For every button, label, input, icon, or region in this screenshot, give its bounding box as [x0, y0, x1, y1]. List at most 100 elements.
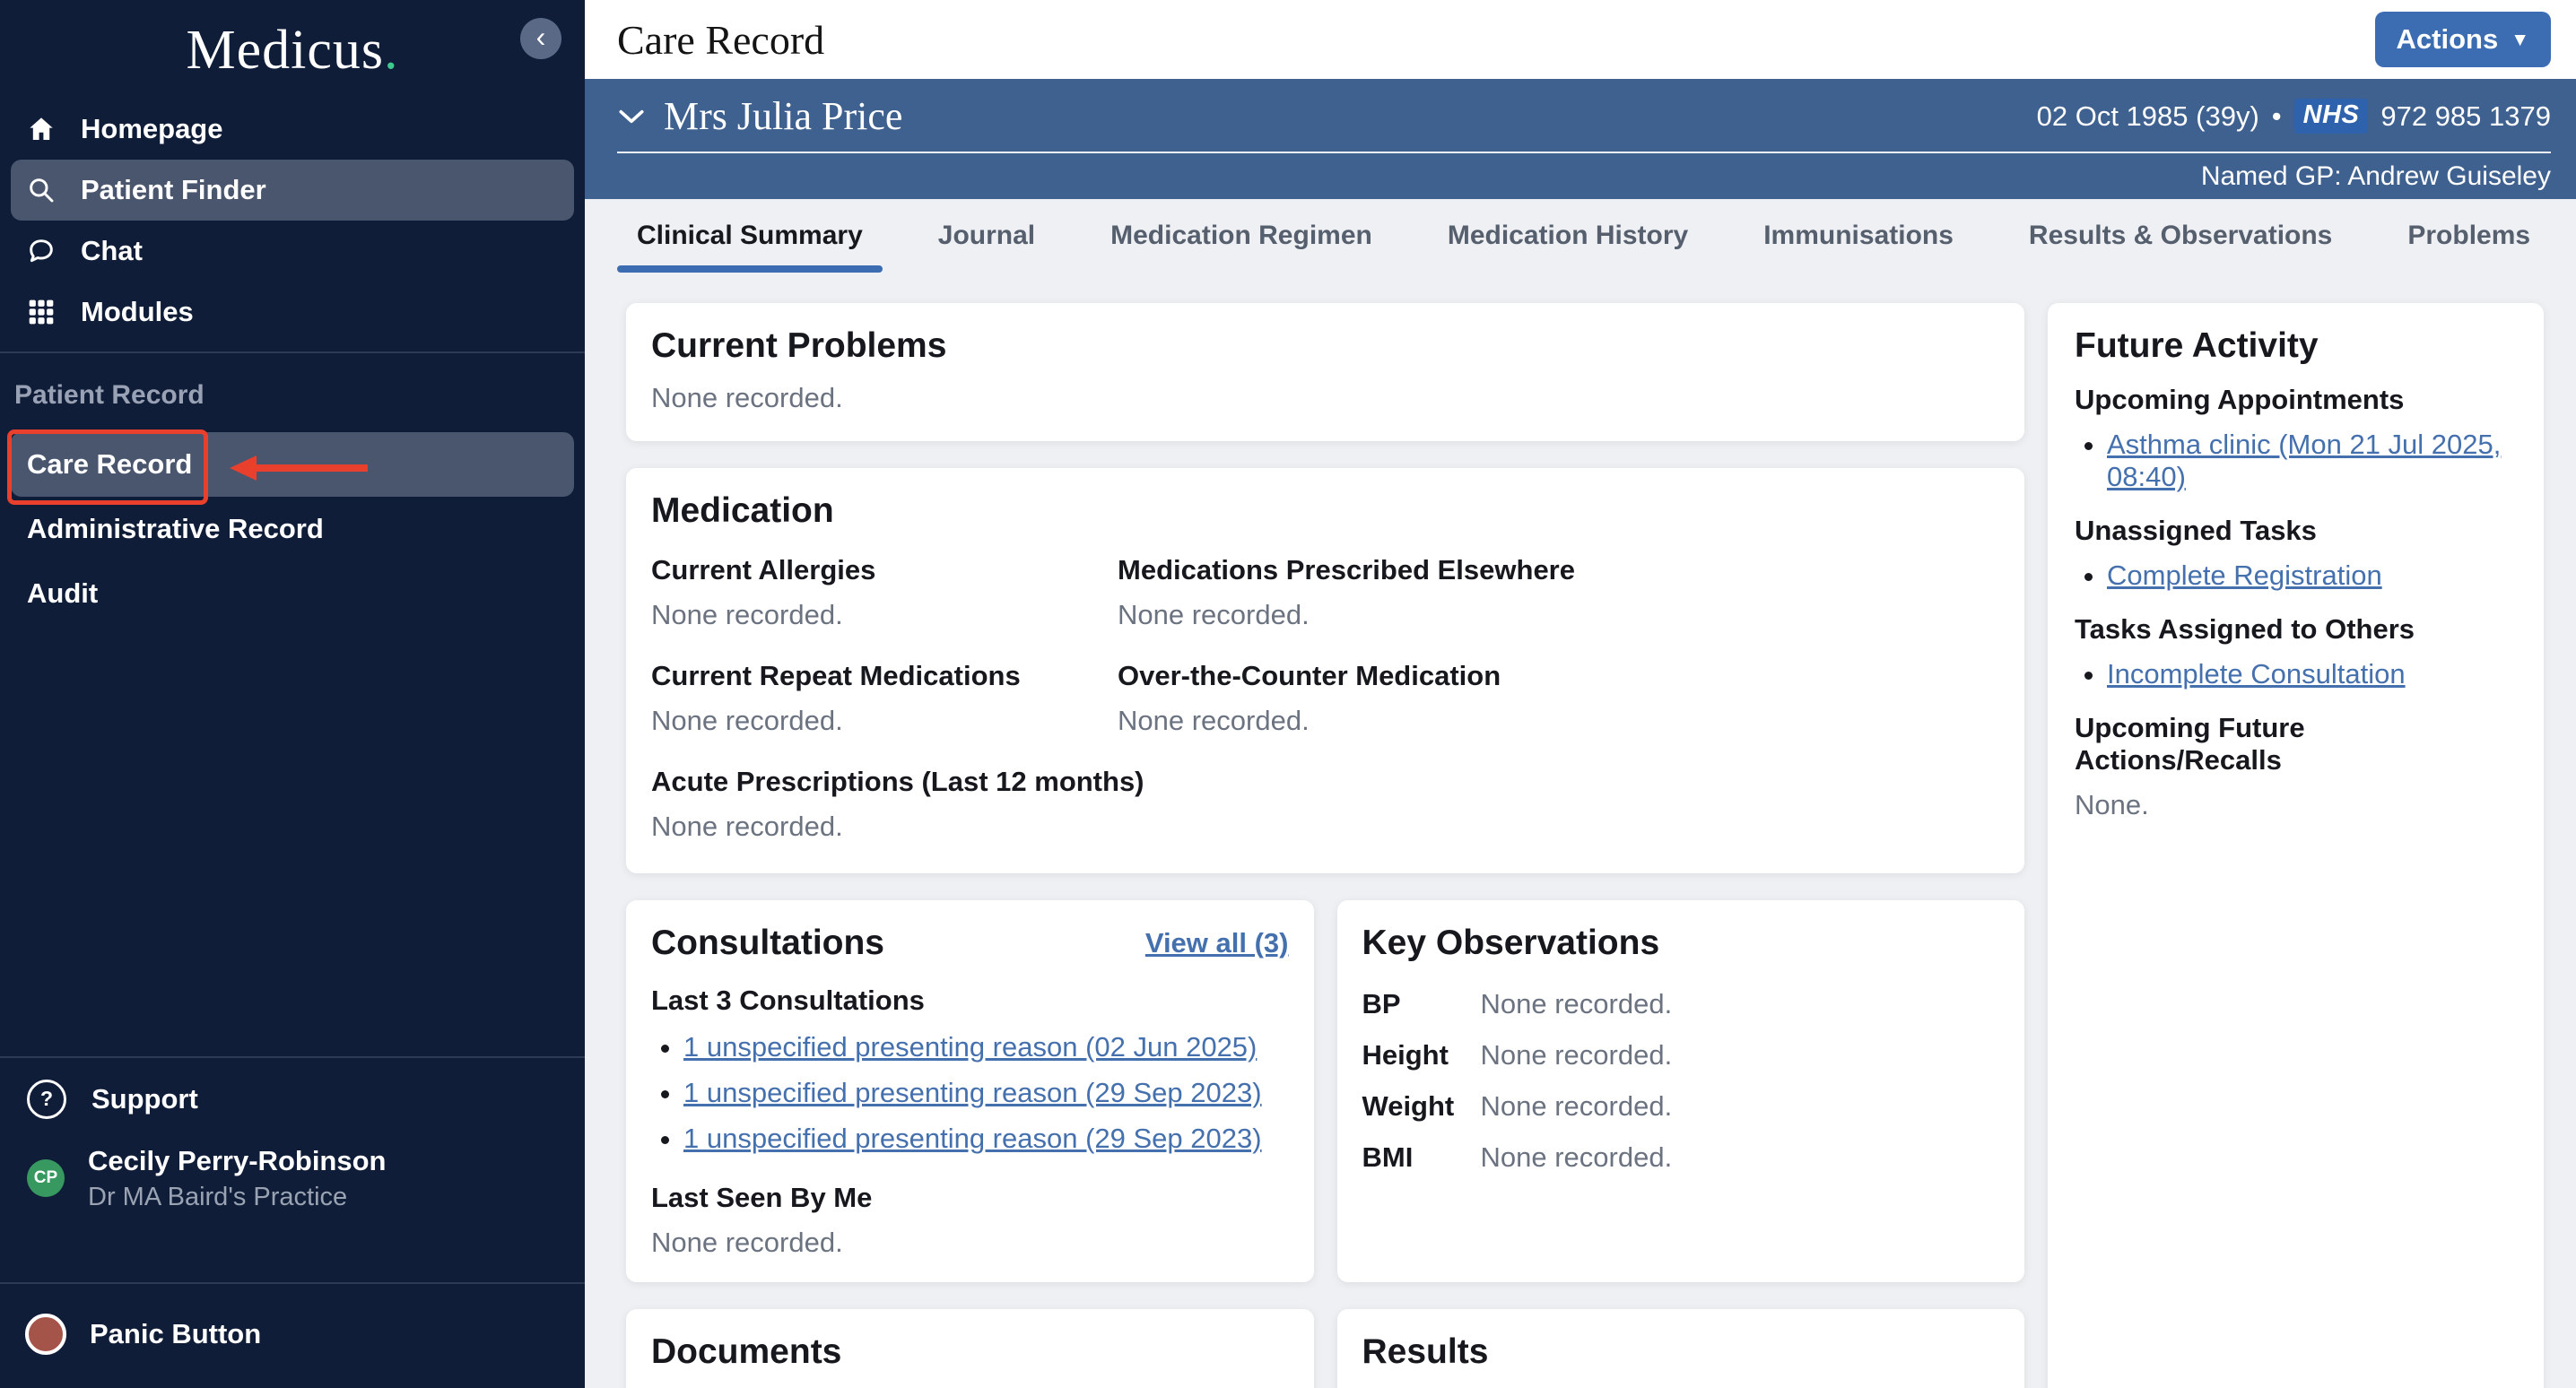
sidebar-item-label: Modules: [81, 296, 194, 328]
consultation-link[interactable]: 1 unspecified presenting reason (02 Jun …: [683, 1031, 1257, 1063]
task-link[interactable]: Complete Registration: [2107, 560, 2382, 591]
main-area: Care Record Actions ▼ Mrs Julia Price 02…: [585, 0, 2576, 1388]
sidebar-item-audit[interactable]: Audit: [11, 561, 574, 626]
appointment-link[interactable]: Asthma clinic (Mon 21 Jul 2025, 08:40): [2107, 429, 2501, 492]
tab-problems[interactable]: Problems: [2388, 221, 2550, 273]
consultation-link[interactable]: 1 unspecified presenting reason (29 Sep …: [683, 1077, 1262, 1108]
empty-state-text: None recorded.: [651, 705, 1118, 737]
sidebar-item-label: Support: [91, 1083, 198, 1115]
sidebar-divider: [0, 1282, 585, 1284]
actions-button[interactable]: Actions ▼: [2375, 12, 2551, 67]
sidebar-spacer: [0, 626, 585, 1047]
card-title: Results: [1362, 1332, 2000, 1372]
observation-row: BP None recorded.: [1362, 988, 2000, 1020]
list-item: Asthma clinic (Mon 21 Jul 2025, 08:40): [2107, 429, 2517, 493]
patient-record-section-label: Patient Record: [14, 380, 585, 411]
empty-state-text: None recorded.: [651, 811, 1999, 843]
card-title: Key Observations: [1362, 924, 2000, 963]
chevron-down-icon: [617, 102, 646, 131]
section-heading: Acute Prescriptions (Last 12 months): [651, 766, 1999, 798]
card-title: Documents: [651, 1332, 1289, 1372]
card-title: Future Activity: [2075, 326, 2517, 366]
sidebar-item-label: Homepage: [81, 113, 222, 145]
empty-state-text: None.: [2075, 789, 2517, 821]
sidebar-item-administrative-record[interactable]: Administrative Record: [11, 497, 574, 561]
summary-main-column: Current Problems None recorded. Medicati…: [626, 303, 2024, 1388]
tab-clinical-summary[interactable]: Clinical Summary: [617, 221, 883, 273]
home-icon: [27, 115, 56, 143]
consultation-link[interactable]: 1 unspecified presenting reason (29 Sep …: [683, 1123, 1262, 1154]
sidebar-item-label: Audit: [27, 577, 98, 610]
logo-text: Medicus: [186, 20, 384, 81]
sidebar-item-patient-finder[interactable]: Patient Finder: [11, 160, 574, 221]
sidebar-item-label: Patient Finder: [81, 174, 266, 206]
panic-label: Panic Button: [90, 1318, 261, 1350]
logo-dot: .: [384, 20, 399, 81]
nhs-logo: NHS: [2294, 99, 2369, 134]
section-heading: Current Repeat Medications: [651, 660, 1118, 692]
otc-medication-section: Over-the-Counter Medication None recorde…: [1118, 660, 1999, 737]
named-gp: Named GP: Andrew Guiseley: [2201, 161, 2551, 192]
card-title: Current Problems: [651, 326, 1999, 366]
patient-record-nav: Care Record Administrative Record Audit: [0, 432, 585, 626]
user-name: Cecily Perry-Robinson: [88, 1144, 386, 1177]
tab-results-observations[interactable]: Results & Observations: [2009, 221, 2352, 273]
observation-label: BMI: [1362, 1141, 1481, 1174]
sidebar-item-label: Chat: [81, 235, 143, 267]
patient-demographics: 02 Oct 1985 (39y) • NHS 972 985 1379: [2037, 99, 2551, 134]
observation-row: Height None recorded.: [1362, 1039, 2000, 1071]
patient-banner: Mrs Julia Price 02 Oct 1985 (39y) • NHS …: [585, 79, 2576, 199]
app-window: Medicus. ‹ Homepage Patient Finder Ch: [0, 0, 2576, 1388]
observation-value: None recorded.: [1481, 1090, 1673, 1123]
panic-button[interactable]: Panic Button: [0, 1304, 585, 1365]
documents-card: Documents Last 3 Months None recorded.: [626, 1309, 1314, 1388]
empty-state-text: None recorded.: [651, 599, 1118, 631]
section-heading: Over-the-Counter Medication: [1118, 660, 1999, 692]
care-record-tabs: Clinical Summary Journal Medication Regi…: [585, 199, 2576, 273]
help-icon: ?: [27, 1080, 66, 1119]
medication-card: Medication Current Allergies None record…: [626, 468, 2024, 873]
list-item: 1 unspecified presenting reason (29 Sep …: [683, 1077, 1289, 1109]
consultation-list: 1 unspecified presenting reason (02 Jun …: [651, 1031, 1289, 1155]
empty-state-text: None recorded.: [651, 1227, 1289, 1259]
sidebar-item-homepage[interactable]: Homepage: [0, 99, 585, 160]
sidebar-item-support[interactable]: ? Support: [0, 1069, 585, 1130]
section-heading: Upcoming Appointments: [2075, 384, 2517, 416]
sidebar-item-modules[interactable]: Modules: [0, 282, 585, 343]
observation-row: Weight None recorded.: [1362, 1090, 2000, 1123]
empty-state-text: None recorded.: [651, 382, 1999, 414]
documents-results-row: Documents Last 3 Months None recorded. R…: [626, 1309, 2024, 1388]
card-title: Consultations: [651, 924, 884, 963]
list-item: Incomplete Consultation: [2107, 658, 2517, 690]
sidebar-item-label: Administrative Record: [27, 513, 324, 545]
view-all-link[interactable]: View all (3): [1145, 927, 1289, 959]
upcoming-appointments-list: Asthma clinic (Mon 21 Jul 2025, 08:40): [2075, 429, 2517, 493]
observation-row: BMI None recorded.: [1362, 1141, 2000, 1174]
current-problems-card: Current Problems None recorded.: [626, 303, 2024, 441]
empty-state-text: None recorded.: [1118, 705, 1999, 737]
task-link[interactable]: Incomplete Consultation: [2107, 658, 2406, 690]
consultations-card: Consultations View all (3) Last 3 Consul…: [626, 900, 1314, 1282]
sidebar: Medicus. ‹ Homepage Patient Finder Ch: [0, 0, 585, 1388]
patient-banner-toggle[interactable]: Mrs Julia Price: [617, 93, 902, 139]
section-heading: Unassigned Tasks: [2075, 515, 2517, 547]
sidebar-divider: [0, 1056, 585, 1058]
sidebar-item-care-record[interactable]: Care Record: [11, 432, 574, 497]
chevron-down-icon: ▼: [2511, 30, 2529, 49]
observation-label: Weight: [1362, 1090, 1481, 1123]
grid-icon: [27, 298, 56, 326]
separator-dot: •: [2272, 100, 2282, 133]
tab-medication-regimen[interactable]: Medication Regimen: [1091, 221, 1392, 273]
list-item: 1 unspecified presenting reason (29 Sep …: [683, 1123, 1289, 1155]
tab-immunisations[interactable]: Immunisations: [1744, 221, 1973, 273]
section-heading: Tasks Assigned to Others: [2075, 613, 2517, 646]
tab-journal[interactable]: Journal: [918, 221, 1055, 273]
consultations-observations-row: Consultations View all (3) Last 3 Consul…: [626, 900, 2024, 1282]
repeat-medications-section: Current Repeat Medications None recorded…: [651, 660, 1118, 737]
tab-medication-history[interactable]: Medication History: [1428, 221, 1708, 273]
logo-row: Medicus. ‹: [0, 18, 585, 82]
unassigned-tasks-list: Complete Registration: [2075, 560, 2517, 592]
sidebar-collapse-button[interactable]: ‹: [520, 18, 561, 59]
current-user[interactable]: CP Cecily Perry-Robinson Dr MA Baird's P…: [0, 1144, 585, 1212]
sidebar-item-chat[interactable]: Chat: [0, 221, 585, 282]
